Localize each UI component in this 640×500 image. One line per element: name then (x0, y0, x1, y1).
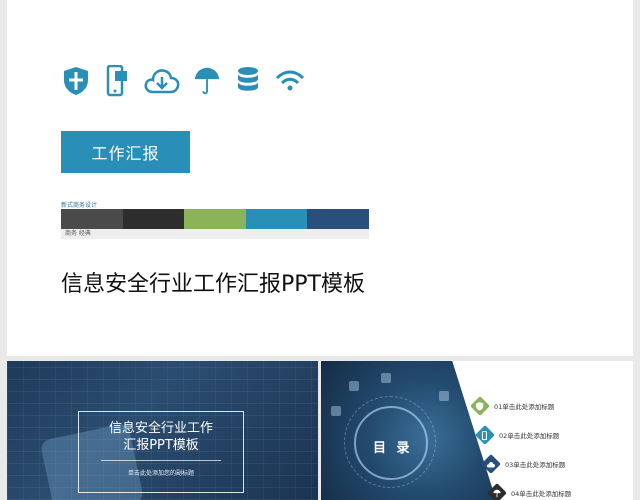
color-bar-caption: 新式商务设计 (61, 202, 98, 209)
mobile-icon (103, 64, 131, 98)
wifi-icon (275, 64, 305, 98)
toc-label: 03单击此处添加标题 (505, 461, 566, 469)
decorative-tile (439, 391, 449, 401)
swatch-navy (307, 209, 369, 229)
thumbnail-cover-slide[interactable]: 信息安全行业工作 汇报PPT模板 单击此处添加您的副标题 (7, 361, 318, 500)
swatch-black (122, 209, 184, 229)
cover-title-line2: 汇报PPT模板 (123, 438, 199, 453)
toc-label: 04单击此处添加标题 (511, 490, 572, 498)
decorative-tile (349, 381, 359, 391)
swatch-dark-gray (61, 209, 123, 229)
decorative-tile (331, 406, 341, 416)
cloud-download-icon (144, 64, 180, 98)
color-palette-bar (61, 209, 369, 229)
toc-item-01[interactable]: 01单击此处添加标题 (470, 396, 555, 416)
decorative-tile (381, 373, 391, 383)
cloud-download-icon (481, 454, 501, 474)
cover-title-frame: 信息安全行业工作 汇报PPT模板 单击此处添加您的副标题 (78, 411, 244, 493)
database-icon (234, 64, 262, 98)
report-title-button[interactable]: 工作汇报 (61, 131, 190, 173)
umbrella-icon (193, 64, 221, 98)
cover-subtitle: 单击此处添加您的副标题 (127, 470, 194, 477)
cover-title: 信息安全行业工作 汇报PPT模板 (79, 420, 243, 454)
cover-title-line1: 信息安全行业工作 (108, 421, 213, 436)
toc-item-04[interactable]: 04单击此处添加标题 (487, 483, 572, 500)
slide-main-title: 信息安全行业工作汇报PPT模板 (61, 272, 365, 297)
toc-label: 02单击此处添加标题 (499, 432, 560, 440)
mobile-icon (475, 425, 495, 445)
cover-slide[interactable]: 工作汇报 新式商务设计 商务 经典 信息安全行业工作汇报PPT模板 (7, 0, 633, 356)
toc-item-03[interactable]: 03单击此处添加标题 (481, 454, 566, 474)
swatch-green (184, 209, 246, 229)
divider (101, 460, 221, 461)
shield-icon (470, 396, 490, 416)
icon-row (62, 64, 305, 98)
umbrella-icon (487, 483, 507, 500)
toc-heading: 目 录 (373, 441, 413, 456)
swatch-blue (245, 209, 307, 229)
toc-label: 01单击此处添加标题 (494, 403, 555, 411)
thumbnail-toc-slide[interactable]: 目 录 01单击此处添加标题 02单击此处添加标题 03单击此处添加标题 04单… (321, 361, 633, 500)
shield-icon (62, 64, 90, 98)
background-photo: 目 录 (321, 361, 496, 500)
toc-item-02[interactable]: 02单击此处添加标题 (475, 425, 560, 445)
color-bar-subtitle: 商务 经典 (61, 229, 369, 239)
